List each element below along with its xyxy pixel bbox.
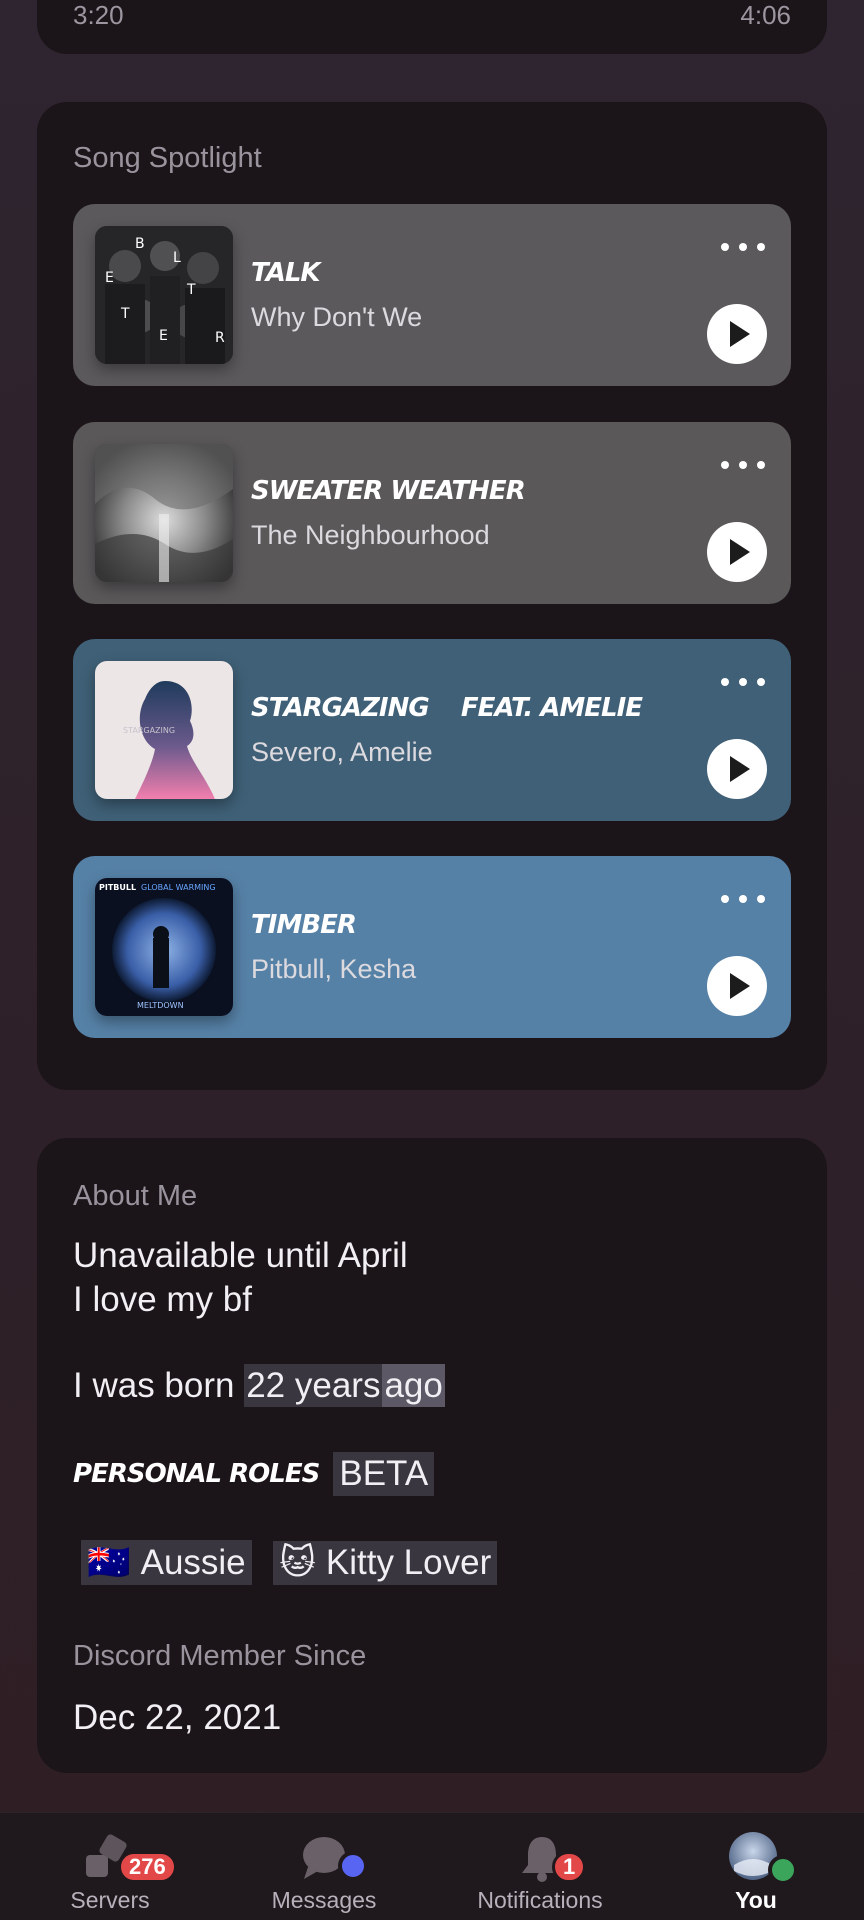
svg-text:STARGAZING: STARGAZING xyxy=(123,726,175,735)
nav-you[interactable]: You xyxy=(656,1813,856,1920)
nav-messages[interactable]: Messages xyxy=(224,1813,424,1920)
personal-roles-label: PERSONAL ROLES xyxy=(73,1459,320,1489)
album-art: PITBULL GLOBAL WARMING MELTDOWN xyxy=(95,878,233,1016)
svg-text:E: E xyxy=(159,328,168,344)
member-since-label: Discord Member Since xyxy=(73,1640,367,1672)
song-title: SWEATER WEATHER xyxy=(251,476,526,506)
beta-badge: BETA xyxy=(333,1452,435,1496)
song-item[interactable]: STARGAZING STARGAZING FEAT. AMELIE Sever… xyxy=(73,639,791,821)
born-timestamp: 22 years xyxy=(244,1364,383,1407)
more-options-icon[interactable] xyxy=(721,240,765,254)
born-suffix: ago xyxy=(382,1364,445,1407)
role-label: Aussie xyxy=(140,1542,246,1582)
song-title: STARGAZING FEAT. AMELIE xyxy=(251,693,643,723)
song-item[interactable]: SWEATER WEATHER The Neighbourhood xyxy=(73,422,791,604)
bio-line: I love my bf xyxy=(73,1280,252,1319)
album-art: B L E T T E R xyxy=(95,226,233,364)
bio-born-line: I was born 22 years ago xyxy=(73,1364,445,1407)
bio-line: Unavailable until April xyxy=(73,1236,408,1275)
roles-list: 🇦🇺 Aussie 🐱 Kitty Lover xyxy=(81,1540,509,1585)
song-spotlight-card: Song Spotlight B L E T T E R TALK Why Do… xyxy=(37,102,827,1090)
servers-badge: 276 xyxy=(118,1851,177,1883)
more-options-icon[interactable] xyxy=(721,458,765,472)
nav-label: Notifications xyxy=(477,1887,603,1913)
nav-notifications[interactable]: 1 Notifications xyxy=(440,1813,640,1920)
song-artist: Severo, Amelie xyxy=(251,737,433,767)
notifications-badge: 1 xyxy=(552,1851,587,1883)
play-button[interactable] xyxy=(707,739,767,799)
more-options-icon[interactable] xyxy=(721,675,765,689)
elapsed-time: 3:20 xyxy=(73,0,124,30)
nav-label: You xyxy=(735,1887,777,1913)
song-artist: Why Don't We xyxy=(251,302,423,332)
playback-card: 3:20 4:06 xyxy=(37,0,827,54)
song-artist: Pitbull, Kesha xyxy=(251,954,417,984)
about-me-card: About Me Unavailable until April I love … xyxy=(37,1138,827,1773)
song-item[interactable]: PITBULL GLOBAL WARMING MELTDOWN TIMBER P… xyxy=(73,856,791,1038)
more-options-icon[interactable] xyxy=(721,892,765,906)
unread-dot-icon xyxy=(338,1851,368,1881)
section-title: About Me xyxy=(73,1180,198,1212)
song-title: TIMBER xyxy=(251,910,357,940)
svg-text:T: T xyxy=(186,282,196,298)
svg-text:GLOBAL WARMING: GLOBAL WARMING xyxy=(141,883,216,892)
svg-text:E: E xyxy=(105,270,114,286)
song-artist: The Neighbourhood xyxy=(251,520,490,550)
song-item[interactable]: B L E T T E R TALK Why Don't We xyxy=(73,204,791,386)
svg-text:R: R xyxy=(215,330,225,346)
svg-text:T: T xyxy=(120,306,130,322)
nav-label: Messages xyxy=(271,1887,377,1913)
svg-text:MELTDOWN: MELTDOWN xyxy=(137,1001,184,1010)
play-button[interactable] xyxy=(707,522,767,582)
cat-icon: 🐱 xyxy=(279,1543,316,1582)
play-button[interactable] xyxy=(707,304,767,364)
online-status-icon xyxy=(768,1855,798,1885)
album-art: STARGAZING xyxy=(95,661,233,799)
role-label: Kitty Lover xyxy=(325,1543,492,1582)
svg-text:B: B xyxy=(135,236,145,252)
born-prefix: I was born xyxy=(73,1366,235,1405)
song-title: TALK xyxy=(251,258,321,288)
svg-text:PITBULL: PITBULL xyxy=(99,883,136,892)
member-since-date: Dec 22, 2021 xyxy=(73,1698,282,1737)
nav-servers[interactable]: 276 Servers xyxy=(10,1813,210,1920)
role-chip[interactable]: 🐱 Kitty Lover xyxy=(273,1541,498,1585)
personal-roles-row: PERSONAL ROLES BETA xyxy=(73,1452,435,1496)
flag-icon: 🇦🇺 xyxy=(87,1543,131,1582)
nav-label: Servers xyxy=(70,1887,150,1913)
bottom-nav: 276 Servers Messages 1 Notifications You xyxy=(0,1812,864,1920)
album-art xyxy=(95,444,233,582)
play-button[interactable] xyxy=(707,956,767,1016)
svg-text:L: L xyxy=(173,250,181,266)
total-time: 4:06 xyxy=(740,0,791,30)
role-chip[interactable]: 🇦🇺 Aussie xyxy=(81,1540,252,1585)
section-title: Song Spotlight xyxy=(73,142,262,174)
